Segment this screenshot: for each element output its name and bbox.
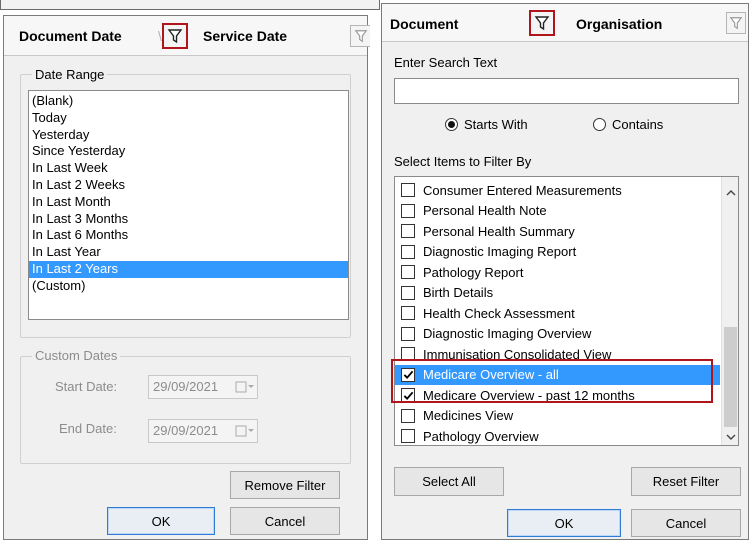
date-range-title: Date Range	[32, 67, 108, 82]
ok-button[interactable]: OK	[107, 507, 215, 535]
starts-with-label: Starts With	[464, 117, 528, 132]
date-range-list[interactable]: (Blank) Today Yesterday Since Yesterday In L…	[28, 90, 349, 320]
end-date-label: End Date:	[59, 421, 117, 436]
filter-item-label: Pathology Overview	[423, 428, 539, 444]
checkbox-icon[interactable]	[401, 326, 415, 341]
filter-item-label: Medicines View	[423, 408, 514, 424]
scroll-thumb[interactable]	[724, 327, 737, 427]
checkbox-icon[interactable]	[401, 306, 415, 321]
filter-item-label: Personal Health Summary	[423, 223, 575, 239]
end-date-field[interactable]: 29/09/2021	[148, 419, 258, 443]
calendar-dropdown-icon[interactable]	[235, 423, 255, 439]
cancel-button[interactable]: Cancel	[230, 507, 340, 535]
document-date-column[interactable]: Document Date	[19, 28, 122, 44]
filter-list-item[interactable]: Consumer Entered Measurements	[395, 180, 720, 201]
start-date-field[interactable]: 29/09/2021	[148, 375, 258, 399]
select-all-button[interactable]: Select All	[394, 467, 504, 496]
radio-unselected-icon	[593, 118, 606, 131]
ok-button[interactable]: OK	[507, 509, 621, 537]
filter-icon[interactable]	[529, 10, 555, 36]
filter-items-label: Select Items to Filter By	[394, 154, 532, 169]
start-date-label: Start Date:	[55, 379, 118, 394]
reset-filter-button[interactable]: Reset Filter	[631, 467, 741, 496]
filter-item-label: Pathology Report	[423, 264, 524, 280]
filter-list-item[interactable]: Pathology Overview	[395, 426, 720, 445]
checkbox-icon[interactable]	[401, 183, 415, 198]
scroll-up-icon[interactable]	[726, 185, 736, 200]
filter-item-label: Birth Details	[423, 285, 494, 301]
search-input[interactable]	[394, 78, 739, 104]
checkbox-icon[interactable]	[401, 265, 415, 280]
date-range-item[interactable]: Yesterday	[29, 127, 348, 144]
contains-label: Contains	[612, 117, 664, 132]
date-range-item[interactable]: Since Yesterday	[29, 143, 348, 160]
date-range-item[interactable]: Today	[29, 110, 348, 127]
contains-radio[interactable]: Contains	[593, 117, 663, 132]
column-header: Document Date \ Service Date	[4, 16, 370, 56]
filter-list-item[interactable]: Personal Health Summary	[395, 221, 720, 242]
service-date-column[interactable]: Service Date	[203, 28, 287, 44]
checkbox-icon[interactable]	[401, 224, 415, 239]
scroll-down-icon[interactable]	[726, 429, 736, 444]
organisation-column[interactable]: Organisation	[576, 16, 662, 32]
cancel-button[interactable]: Cancel	[631, 509, 741, 537]
date-range-item[interactable]: (Blank)	[29, 93, 348, 110]
date-range-item[interactable]: In Last 3 Months	[29, 211, 348, 228]
scrollbar[interactable]	[721, 177, 738, 445]
date-range-item[interactable]: In Last 2 Weeks	[29, 177, 348, 194]
search-label: Enter Search Text	[394, 55, 498, 70]
checkbox-icon[interactable]	[401, 285, 415, 300]
checkbox-icon[interactable]	[401, 429, 415, 444]
radio-selected-icon	[445, 118, 458, 131]
date-range-item[interactable]: In Last 6 Months	[29, 227, 348, 244]
start-date-value: 29/09/2021	[153, 379, 219, 394]
date-range-item[interactable]: (Custom)	[29, 278, 348, 295]
checkbox-icon[interactable]	[401, 203, 415, 218]
filter-list-item[interactable]: Diagnostic Imaging Report	[395, 242, 720, 263]
column-header: Document Organisation	[382, 4, 748, 42]
end-date-value: 29/09/2021	[153, 423, 219, 438]
date-range-item[interactable]: In Last Year	[29, 244, 348, 261]
date-range-item[interactable]: In Last 2 Years	[29, 260, 348, 278]
filter-item-label: Diagnostic Imaging Overview	[423, 326, 592, 342]
filter-icon[interactable]	[162, 23, 188, 49]
date-filter-panel: Document Date \ Service Date Date Range …	[3, 15, 370, 540]
checkbox-icon[interactable]	[401, 408, 415, 423]
document-filter-panel: Document Organisation Enter Search Text …	[381, 3, 749, 540]
filter-list-item[interactable]: Medicines View	[395, 406, 720, 427]
filter-item-label: Consumer Entered Measurements	[423, 182, 622, 198]
filter-items-list[interactable]: Consumer Entered Measurements Personal He…	[394, 176, 739, 446]
filter-list-item[interactable]: Pathology Report	[395, 262, 720, 283]
filter-icon[interactable]	[726, 12, 746, 34]
date-range-item[interactable]: In Last Week	[29, 160, 348, 177]
document-column[interactable]: Document	[390, 16, 458, 32]
checked-items-highlight	[391, 359, 713, 403]
filter-list-item[interactable]: Personal Health Note	[395, 201, 720, 222]
filter-list-item[interactable]: Diagnostic Imaging Overview	[395, 324, 720, 345]
filter-item-label: Personal Health Note	[423, 203, 547, 219]
remove-filter-button[interactable]: Remove Filter	[230, 471, 340, 499]
starts-with-radio[interactable]: Starts With	[445, 117, 528, 132]
checkbox-icon[interactable]	[401, 244, 415, 259]
custom-dates-group	[20, 356, 351, 464]
date-range-item[interactable]: In Last Month	[29, 194, 348, 211]
calendar-dropdown-icon[interactable]	[235, 379, 255, 395]
filter-item-label: Health Check Assessment	[423, 305, 575, 321]
filter-icon[interactable]	[350, 25, 370, 47]
custom-dates-title: Custom Dates	[32, 348, 121, 363]
filter-item-label: Diagnostic Imaging Report	[423, 244, 577, 260]
top-strip	[0, 0, 380, 10]
filter-list-item[interactable]: Birth Details	[395, 283, 720, 304]
filter-list-item[interactable]: Health Check Assessment	[395, 303, 720, 324]
